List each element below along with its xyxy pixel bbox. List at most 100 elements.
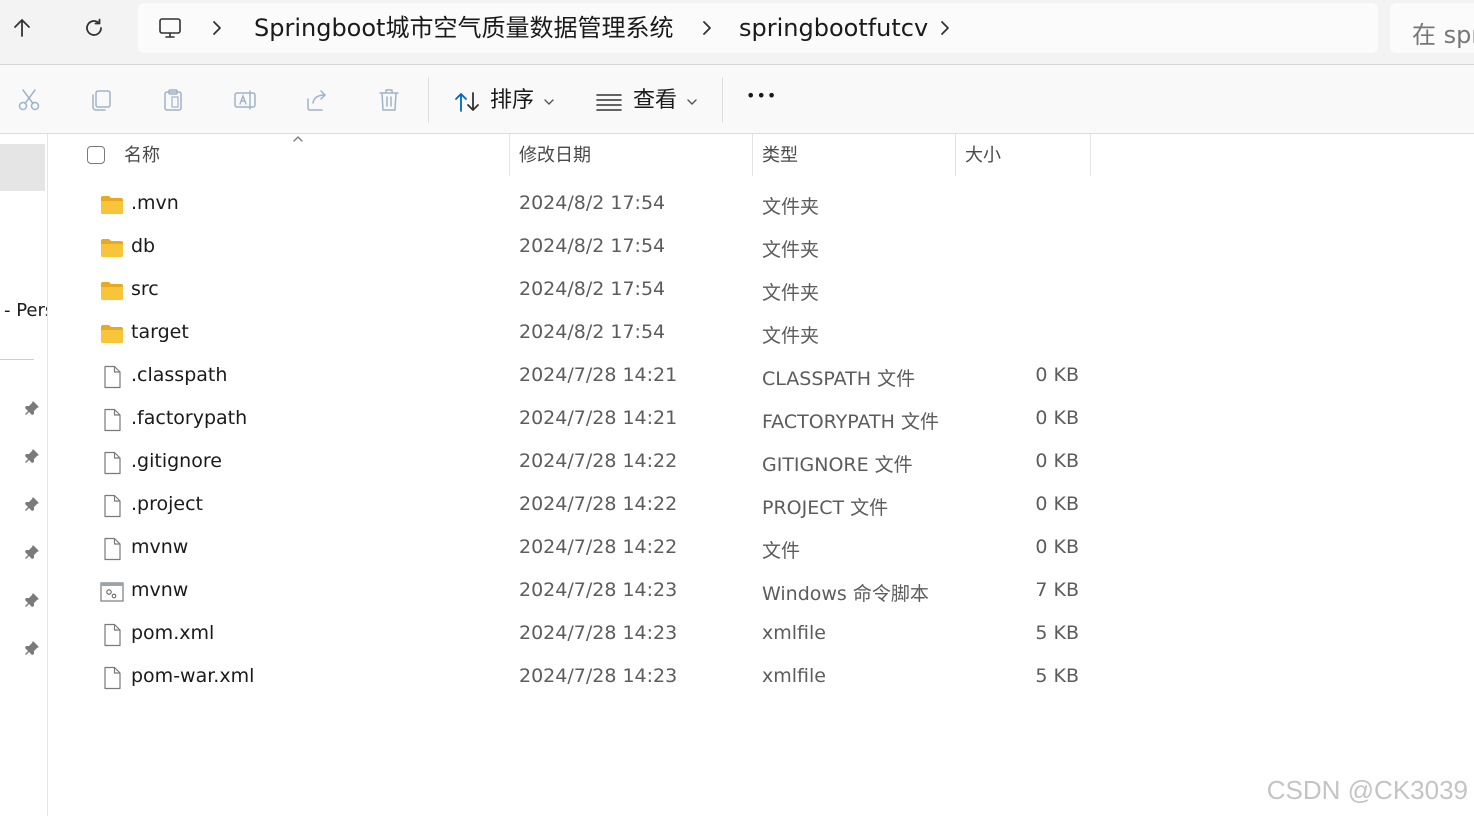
file-name: .project (131, 493, 203, 515)
rename-icon (234, 90, 256, 110)
toolbar-divider (722, 77, 723, 123)
folder-icon (100, 322, 124, 346)
file-modified-date: 2024/7/28 14:21 (519, 364, 678, 386)
column-divider[interactable] (1090, 134, 1091, 176)
file-row[interactable]: .gitignore 2024/7/28 14:22 GITIGNORE 文件 0 K… (88, 441, 1098, 484)
file-row[interactable]: .classpath 2024/7/28 14:21 CLASSPATH 文件 0 K… (88, 355, 1098, 398)
file-size: 0 KB (1035, 493, 1079, 515)
view-button[interactable]: 查看 (594, 77, 706, 123)
file-row[interactable]: src 2024/8/2 17:54 文件夹 (88, 269, 1098, 312)
breadcrumb-current-folder[interactable]: springbootfutcv (739, 13, 928, 43)
file-size: 0 KB (1035, 536, 1079, 558)
file-modified-date: 2024/8/2 17:54 (519, 192, 666, 214)
nav-divider (0, 359, 34, 360)
copy-icon (92, 90, 111, 111)
file-name: pom-war.xml (131, 665, 255, 687)
file-modified-date: 2024/8/2 17:54 (519, 321, 666, 343)
file-size: 0 KB (1035, 407, 1079, 429)
column-header-size[interactable]: 大小 (965, 134, 1001, 178)
file-modified-date: 2024/7/28 14:23 (519, 665, 678, 687)
view-label: 查看 (633, 88, 678, 113)
file-modified-date: 2024/7/28 14:22 (519, 450, 678, 472)
rename-button[interactable] (230, 85, 260, 115)
nav-item-personal[interactable]: - Pers (4, 300, 47, 321)
chevron-down-icon (687, 99, 697, 105)
file-type: GITIGNORE 文件 (762, 454, 913, 476)
share-button[interactable] (302, 85, 332, 115)
file-icon (100, 623, 124, 647)
column-header-modified[interactable]: 修改日期 (519, 134, 591, 178)
chevron-right-icon[interactable] (938, 19, 952, 37)
more-options-button[interactable]: ••• (740, 83, 780, 117)
computer-icon (159, 18, 181, 38)
column-header-type[interactable]: 类型 (762, 134, 798, 178)
share-icon (307, 90, 326, 111)
file-icon (100, 494, 124, 518)
sort-button[interactable]: 排序 (450, 77, 562, 123)
pin-icon[interactable] (24, 448, 40, 464)
file-name: .gitignore (131, 450, 222, 472)
copy-button[interactable] (86, 85, 116, 115)
navigation-pane: - Pers (0, 134, 48, 816)
file-size: 0 KB (1035, 450, 1079, 472)
file-row[interactable]: pom.xml 2024/7/28 14:23 xmlfile 5 KB (88, 613, 1098, 656)
file-type: xmlfile (762, 622, 826, 644)
pin-icon[interactable] (24, 592, 40, 608)
file-row[interactable]: mvnw 2024/7/28 14:23 Windows 命令脚本 7 KB (88, 570, 1098, 613)
column-divider[interactable] (955, 134, 956, 176)
file-name: src (131, 278, 159, 300)
file-row[interactable]: db 2024/8/2 17:54 文件夹 (88, 226, 1098, 269)
chevron-right-icon[interactable] (700, 19, 714, 37)
chevron-down-icon (544, 99, 554, 105)
file-row[interactable]: mvnw 2024/7/28 14:22 文件 0 KB (88, 527, 1098, 570)
paste-button[interactable] (158, 85, 188, 115)
file-modified-date: 2024/7/28 14:23 (519, 579, 678, 601)
file-type: 文件夹 (762, 325, 820, 347)
arrow-up-icon (14, 19, 30, 37)
cut-button[interactable] (14, 85, 44, 115)
file-type: FACTORYPATH 文件 (762, 411, 939, 433)
breadcrumb-project-folder[interactable]: Springboot城市空气质量数据管理系统 (254, 13, 673, 43)
toolbar-divider (428, 77, 429, 123)
file-name: mvnw (131, 579, 189, 601)
file-list: 名称 修改日期 类型 大小 .mvn 2024/8/2 17:54 文件夹 db 202… (48, 134, 1474, 816)
pin-icon[interactable] (24, 640, 40, 656)
script-icon (100, 580, 124, 604)
pin-icon[interactable] (24, 400, 40, 416)
nav-selected-item[interactable] (0, 144, 45, 191)
address-bar[interactable]: Springboot城市空气质量数据管理系统 springbootfutcv (138, 3, 1378, 53)
column-header-name[interactable]: 名称 (124, 134, 160, 178)
chevron-right-icon[interactable] (210, 19, 224, 37)
file-size: 7 KB (1035, 579, 1079, 601)
file-row[interactable]: .mvn 2024/8/2 17:54 文件夹 (88, 183, 1098, 226)
refresh-icon (86, 18, 102, 36)
sort-arrows-icon (455, 92, 479, 112)
folder-icon (100, 279, 124, 303)
file-type: 文件夹 (762, 196, 820, 218)
select-all-checkbox[interactable] (87, 146, 105, 164)
pin-icon[interactable] (24, 496, 40, 512)
file-modified-date: 2024/8/2 17:54 (519, 278, 666, 300)
trash-icon (379, 89, 399, 111)
column-divider[interactable] (509, 134, 510, 176)
watermark: CSDN @CK3039 (1266, 775, 1468, 805)
list-view-icon (596, 94, 622, 111)
file-row[interactable]: .project 2024/7/28 14:22 PROJECT 文件 0 KB (88, 484, 1098, 527)
file-icon (100, 408, 124, 432)
up-button[interactable] (8, 14, 36, 42)
more-dots-icon: ••• (746, 86, 778, 105)
file-row[interactable]: .factorypath 2024/7/28 14:21 FACTORYPATH 文… (88, 398, 1098, 441)
file-name: mvnw (131, 536, 189, 558)
pin-icon[interactable] (24, 544, 40, 560)
file-type: xmlfile (762, 665, 826, 687)
file-row[interactable]: pom-war.xml 2024/7/28 14:23 xmlfile 5 KB (88, 656, 1098, 699)
search-box[interactable]: 在 spr (1390, 3, 1474, 53)
column-divider[interactable] (752, 134, 753, 176)
file-size: 5 KB (1035, 622, 1079, 644)
file-icon (100, 451, 124, 475)
file-name: .classpath (131, 364, 228, 386)
file-name: pom.xml (131, 622, 215, 644)
refresh-button[interactable] (80, 14, 108, 42)
delete-button[interactable] (374, 85, 404, 115)
file-row[interactable]: target 2024/8/2 17:54 文件夹 (88, 312, 1098, 355)
